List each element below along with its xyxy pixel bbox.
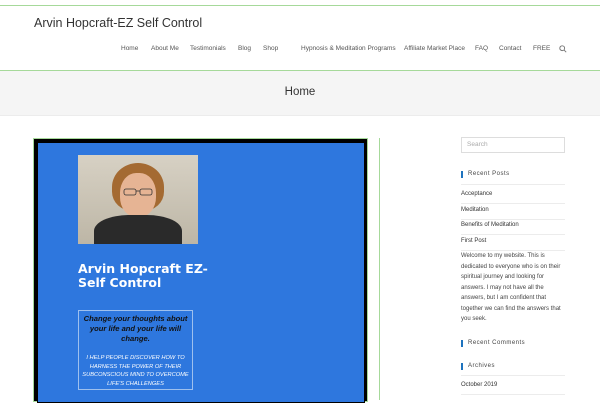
page-header-band: Home	[0, 71, 600, 116]
archive-link[interactable]: October 2019	[461, 380, 565, 395]
nav-item-home[interactable]: Home	[121, 45, 138, 52]
tagline-box: Change your thoughts about your life and…	[78, 310, 193, 390]
tagline-mission: I HELP PEOPLE DISCOVER HOW TO HARNESS TH…	[82, 355, 189, 387]
hero-title: Arvin Hopcraft EZ-Self Control	[78, 261, 208, 290]
profile-photo	[78, 155, 198, 244]
recent-posts-title: Recent Posts	[461, 171, 510, 178]
nav-item-free[interactable]: FREE	[533, 45, 550, 52]
tagline-quote: Change your thoughts about your life and…	[83, 314, 188, 343]
recent-posts-divider	[461, 184, 565, 185]
recent-post-link[interactable]: First Post	[461, 236, 565, 251]
nav-item-shop[interactable]: Shop	[263, 45, 278, 52]
content-divider	[379, 138, 380, 400]
nav-item-about-me[interactable]: About Me	[151, 45, 179, 52]
site-title-link[interactable]: Arvin Hopcraft-EZ Self Control	[34, 16, 202, 30]
recent-post-link[interactable]: Meditation	[461, 205, 565, 220]
recent-post-link[interactable]: Acceptance	[461, 189, 565, 204]
nav-item-faq[interactable]: FAQ	[475, 45, 488, 52]
nav-item-affiliate[interactable]: Affiliate Market Place	[404, 45, 465, 52]
sidebar-search-input[interactable]: Search	[461, 137, 565, 153]
nav-item-blog[interactable]: Blog	[238, 45, 251, 52]
recent-comments-title: Recent Comments	[461, 340, 525, 347]
about-text: Welcome to my website. This is dedicated…	[461, 253, 561, 322]
nav-item-contact[interactable]: Contact	[499, 45, 521, 52]
main-nav: Home About Me Testimonials Blog Shop Hyp…	[0, 45, 600, 61]
archives-title: Archives	[461, 363, 495, 370]
search-icon[interactable]	[559, 45, 567, 53]
page-title: Home	[284, 86, 316, 98]
nav-item-programs[interactable]: Hypnosis & Meditation Programs	[301, 45, 396, 52]
archives-divider	[461, 375, 565, 376]
recent-post-link[interactable]: Benefits of Meditation	[461, 220, 565, 235]
nav-item-testimonials[interactable]: Testimonials	[190, 45, 226, 52]
